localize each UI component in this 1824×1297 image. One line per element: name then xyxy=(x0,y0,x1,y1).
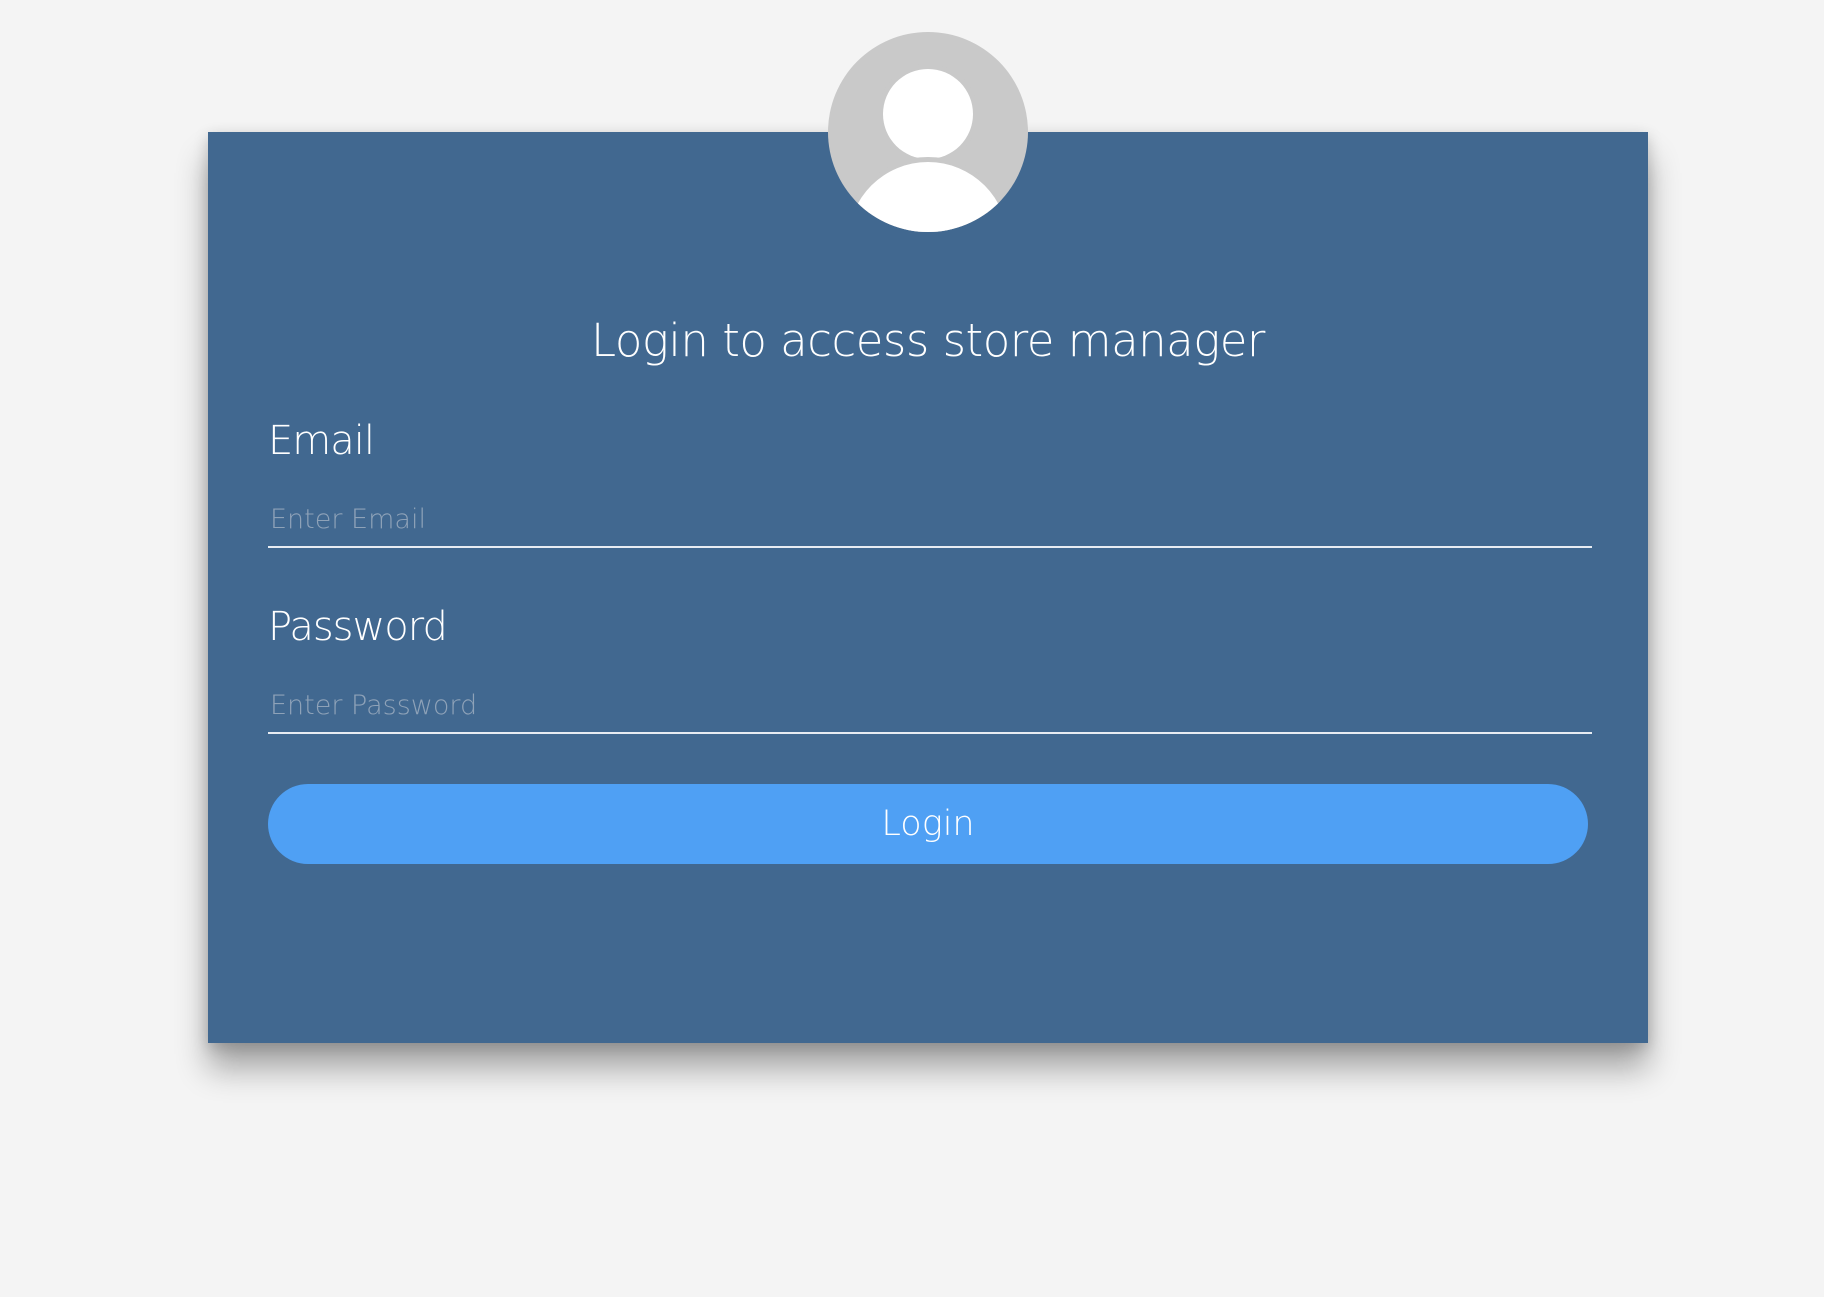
login-button[interactable]: Login xyxy=(268,784,1588,864)
user-avatar-icon xyxy=(828,32,1028,232)
user-silhouette-icon xyxy=(843,64,1013,232)
email-field[interactable] xyxy=(268,492,1592,548)
email-label: Email xyxy=(268,418,375,464)
login-card: Login to access store manager Email Pass… xyxy=(208,132,1648,1043)
password-label: Password xyxy=(268,604,448,650)
password-field[interactable] xyxy=(268,678,1592,734)
login-title: Login to access store manager xyxy=(591,314,1265,367)
